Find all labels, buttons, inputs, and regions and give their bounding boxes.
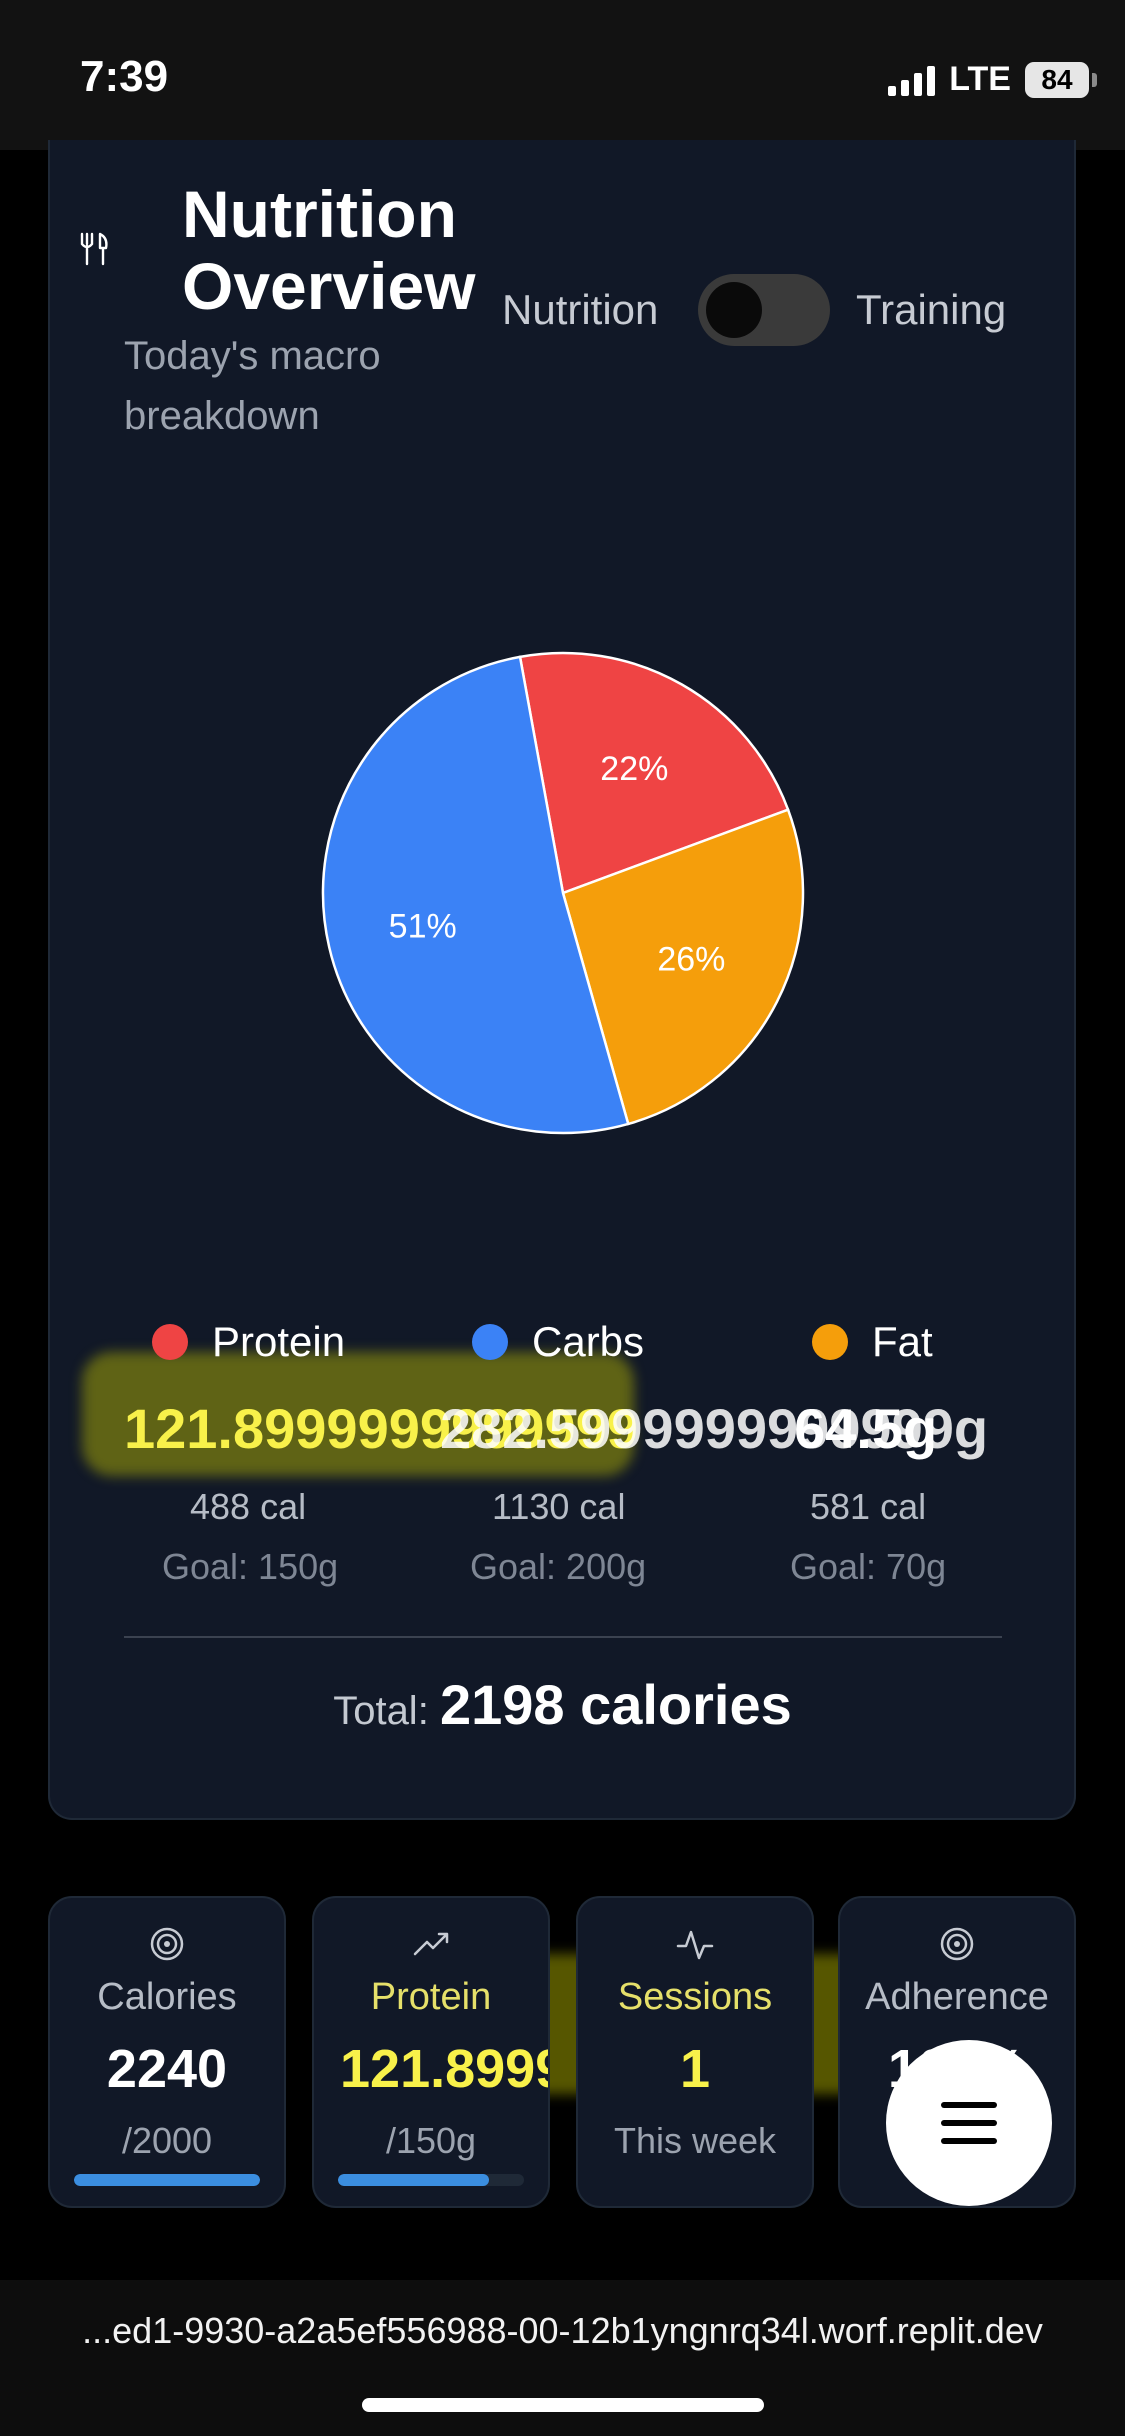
protein-dot xyxy=(152,1324,188,1360)
protein-progress-bar xyxy=(338,2174,524,2186)
stat-label: Adherence xyxy=(865,1976,1049,2018)
pie-label-fat: 26% xyxy=(657,940,725,978)
stat-value: 2240 xyxy=(106,2039,228,2099)
fat-goal: Goal: 70g xyxy=(790,1546,947,1587)
signal-icon xyxy=(888,64,936,96)
legend-label: Fat xyxy=(872,1318,933,1365)
network-type: LTE xyxy=(949,60,1011,98)
stat-card-protein[interactable]: Protein 121.8999999999999 /150g xyxy=(312,1896,550,2208)
stat-label: Protein xyxy=(370,1976,492,2018)
page-title: Nutrition Overview xyxy=(182,177,476,323)
fat-calories: 581 cal xyxy=(810,1486,927,1527)
menu-icon-line xyxy=(941,2102,997,2108)
fork-knife-icon xyxy=(80,232,108,266)
legend-carbs: Carbs xyxy=(472,1318,644,1366)
legend-fat: Fat xyxy=(812,1318,933,1366)
browser-url-bar: ...ed1-9930-a2a5ef556988-00-12b1yngnrq34… xyxy=(0,2280,1125,2436)
legend-label: Protein xyxy=(212,1318,346,1365)
menu-button[interactable] xyxy=(886,2040,1052,2206)
status-time: 7:39 xyxy=(80,52,169,101)
fat-grams: 64.5g xyxy=(794,1397,938,1460)
toggle-label-training[interactable]: Training xyxy=(856,286,1006,334)
total-value: 2198 calories xyxy=(439,1673,792,1736)
stat-value: 121.8999999999999 xyxy=(340,2039,550,2099)
page-subtitle: Today's macro breakdown xyxy=(124,334,381,438)
status-bar: 7:39 LTE 84 xyxy=(0,0,1125,150)
status-indicators: LTE 84 xyxy=(888,60,1097,99)
home-indicator[interactable] xyxy=(362,2398,764,2412)
stat-label: Sessions xyxy=(617,1976,773,2018)
total-prefix: Total: xyxy=(333,1689,429,1733)
url-text[interactable]: ...ed1-9930-a2a5ef556988-00-12b1yngnrq34… xyxy=(0,2310,1125,2352)
toggle-label-nutrition[interactable]: Nutrition xyxy=(502,286,658,334)
legend-label: Carbs xyxy=(532,1318,645,1365)
protein-calories: 488 cal xyxy=(190,1486,307,1527)
toggle-knob xyxy=(706,282,762,338)
total-calories: Total: 2198 calories xyxy=(0,1672,1125,1737)
pie-label-protein: 22% xyxy=(600,750,668,788)
pie-label-carbs: 51% xyxy=(389,907,457,945)
target-icon xyxy=(150,1927,184,1961)
divider xyxy=(124,1636,1002,1638)
activity-icon xyxy=(676,1930,714,1960)
stat-card-calories[interactable]: Calories 2240 /2000 xyxy=(48,1896,286,2208)
carbs-calories: 1130 cal xyxy=(492,1486,626,1527)
fat-dot xyxy=(812,1324,848,1360)
target-icon xyxy=(940,1927,974,1961)
stat-sub: /2000 xyxy=(121,2120,213,2161)
stat-sub: /150g xyxy=(385,2120,477,2161)
menu-icon-line xyxy=(941,2120,997,2126)
menu-icon-line xyxy=(941,2138,997,2144)
carbs-goal: Goal: 200g xyxy=(470,1546,647,1587)
calories-progress-bar xyxy=(74,2174,260,2186)
stat-card-sessions[interactable]: Sessions 1 This week xyxy=(576,1896,814,2208)
macro-pie-chart: 22% 26% 51% xyxy=(318,648,808,1138)
stat-sub: This week xyxy=(613,2120,777,2161)
stat-value: 1 xyxy=(679,2039,711,2099)
protein-goal: Goal: 150g xyxy=(162,1546,339,1587)
carbs-dot xyxy=(472,1324,508,1360)
nutrition-training-toggle[interactable] xyxy=(698,274,830,346)
legend-protein: Protein xyxy=(152,1318,345,1366)
trending-up-icon xyxy=(413,1932,449,1956)
battery-icon: 84 xyxy=(1025,61,1097,98)
stat-label: Calories xyxy=(97,1976,237,2018)
